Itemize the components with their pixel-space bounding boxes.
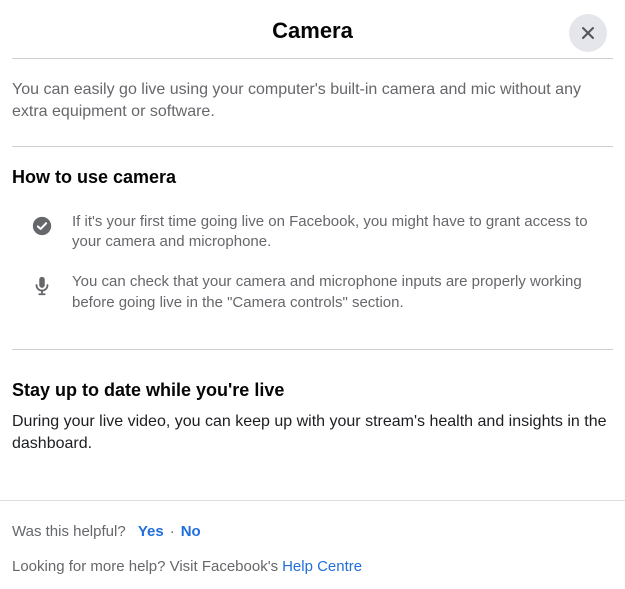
list-item: If it's your first time going live on Fa… [12,202,613,263]
helpful-no-link[interactable]: No [181,523,201,540]
helpful-row: Was this helpful? Yes · No [12,523,613,540]
close-button[interactable] [569,14,607,52]
section-stay-up-to-date-title: Stay up to date while you're live [12,350,613,411]
section-how-to-use-title: How to use camera [12,147,613,202]
tip-list: If it's your first time going live on Fa… [12,202,613,349]
camera-help-modal: Camera You can easily go live using your… [0,0,625,589]
tip-text: You can check that your camera and micro… [72,272,605,313]
microphone-icon [30,274,54,298]
checkmark-circle-icon [30,214,54,238]
modal-title: Camera [12,18,613,44]
intro-text: You can easily go live using your comput… [12,59,613,146]
more-help-text: Looking for more help? Visit Facebook's [12,558,278,575]
more-help-row: Looking for more help? Visit Facebook's … [12,558,613,575]
help-centre-link[interactable]: Help Centre [282,558,362,575]
helpful-prompt: Was this helpful? [12,523,126,540]
modal-footer: Was this helpful? Yes · No Looking for m… [0,500,625,589]
modal-header: Camera [0,0,625,58]
helpful-yes-link[interactable]: Yes [138,523,164,540]
separator-dot: · [168,523,177,540]
list-item: You can check that your camera and micro… [12,262,613,323]
modal-content: You can easily go live using your comput… [0,58,625,500]
section-stay-up-to-date-body: During your live video, you can keep up … [12,411,613,476]
tip-text: If it's your first time going live on Fa… [72,212,605,253]
close-icon [578,23,598,43]
